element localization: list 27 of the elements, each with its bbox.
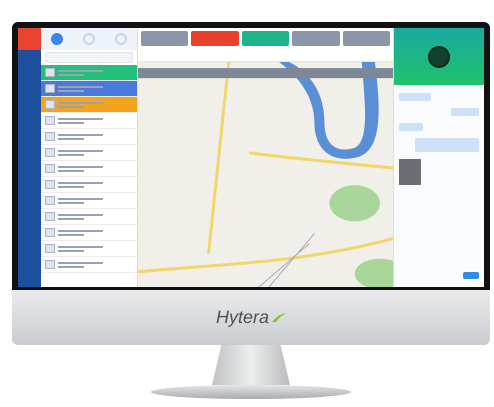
contact-row[interactable]	[41, 177, 137, 193]
status-card[interactable]	[342, 31, 390, 46]
swoosh-icon	[272, 312, 286, 322]
brand-logo: Hytera	[216, 307, 269, 328]
contact-row[interactable]	[41, 257, 137, 273]
microphone-button[interactable]	[428, 46, 450, 68]
contact-row[interactable]	[41, 145, 137, 161]
contact-row[interactable]	[41, 65, 137, 81]
contact-row[interactable]	[41, 209, 137, 225]
status-card[interactable]	[242, 31, 290, 46]
contact-row[interactable]	[41, 97, 137, 113]
contact-row[interactable]	[41, 161, 137, 177]
message-bubble	[399, 123, 423, 131]
tab-icon[interactable]	[51, 33, 63, 45]
send-button[interactable]	[463, 272, 479, 279]
photo-placeholder	[399, 159, 421, 185]
message-bubble	[399, 93, 431, 101]
contact-row[interactable]	[41, 241, 137, 257]
contact-row[interactable]	[41, 129, 137, 145]
contact-row[interactable]	[41, 193, 137, 209]
contact-row[interactable]	[41, 225, 137, 241]
contact-row[interactable]	[41, 113, 137, 129]
contact-row[interactable]	[41, 81, 137, 97]
search-field[interactable]	[45, 52, 133, 63]
message-bubble	[451, 108, 479, 116]
message-bubble	[415, 138, 479, 152]
app-logo-icon	[18, 28, 41, 50]
